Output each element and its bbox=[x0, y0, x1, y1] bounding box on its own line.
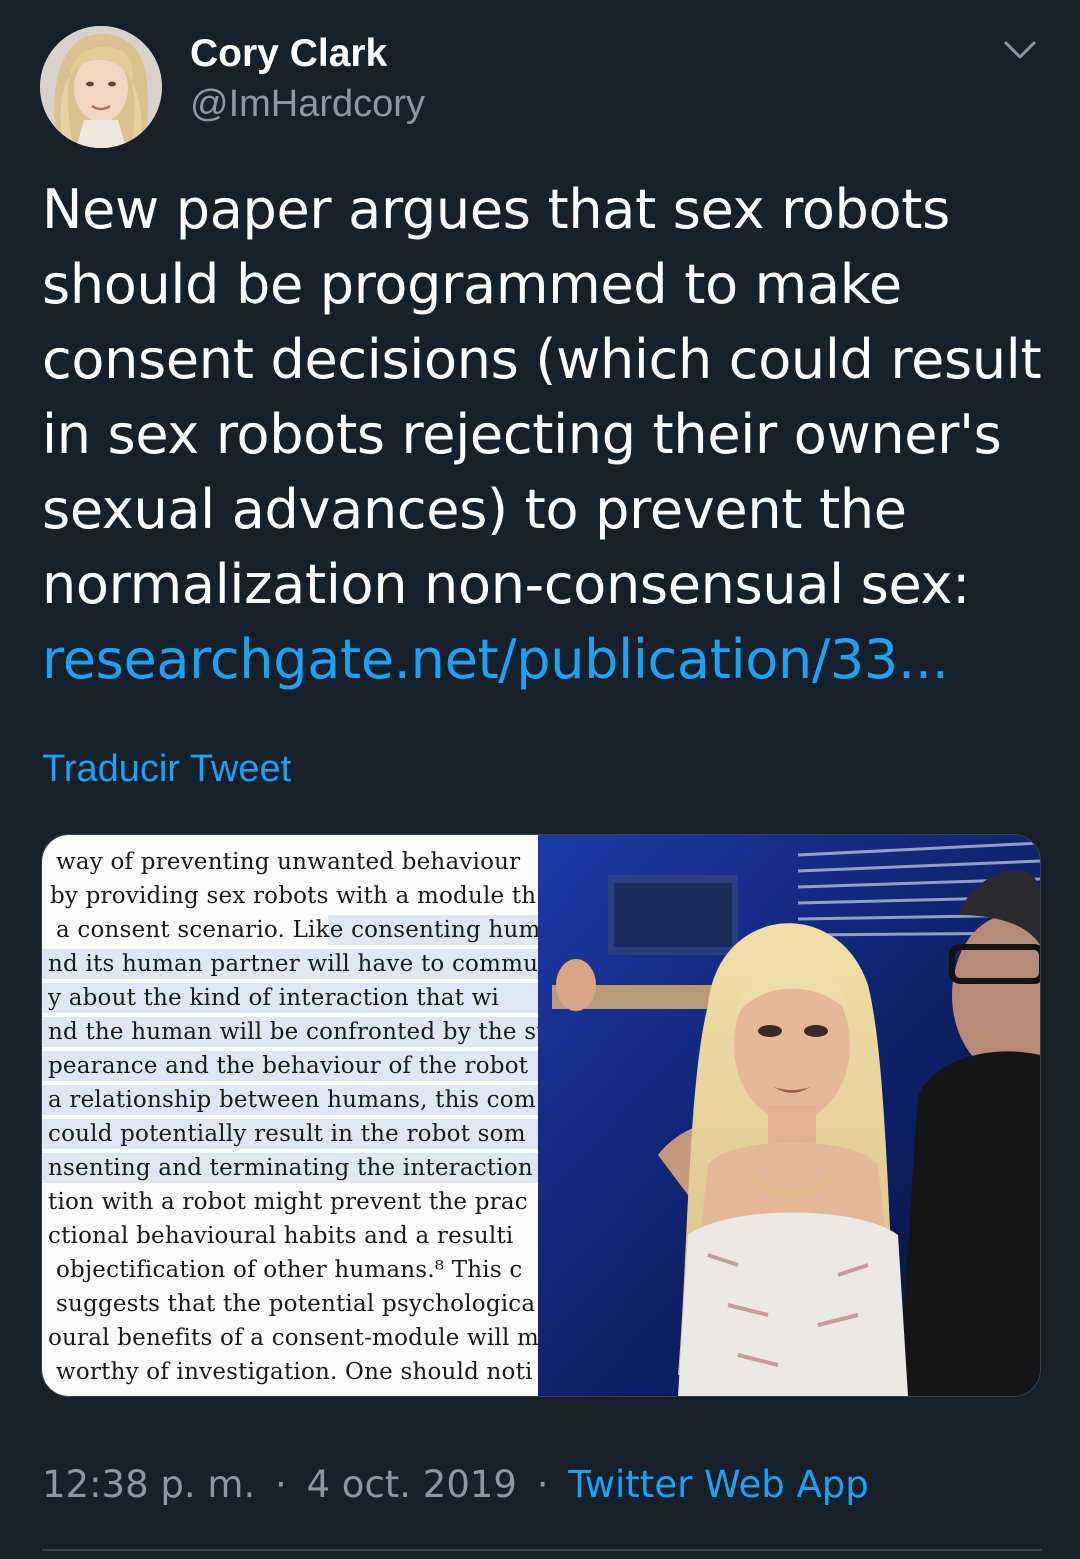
tweet-text-line: normalization non-consensual sex: bbox=[42, 553, 971, 616]
paper-line: by providing sex robots with a module th bbox=[50, 883, 537, 909]
tweet: Cory Clark @ImHardcory New paper argues … bbox=[0, 0, 1080, 1559]
paper-line: a consent scenario. Like consenting hum bbox=[56, 917, 538, 943]
tweet-text: New paper argues that sex robots should … bbox=[42, 172, 1042, 697]
tweet-link[interactable]: researchgate.net/publication/33... bbox=[42, 628, 949, 691]
tweet-text-line: consent decisions (which could result bbox=[42, 328, 1042, 391]
author-display-name[interactable]: Cory Clark bbox=[190, 30, 387, 78]
paper-line: y about the kind of interaction that wi bbox=[48, 985, 500, 1011]
chevron-down-icon[interactable] bbox=[998, 30, 1042, 70]
paper-line: worthy of investigation. One should noti bbox=[56, 1359, 533, 1385]
paper-line: nd the human will be confronted by the s… bbox=[48, 1019, 538, 1045]
paper-line: nd its human partner will have to commu bbox=[48, 951, 538, 977]
tweet-text-line: New paper argues that sex robots bbox=[42, 178, 950, 241]
meta-separator: · bbox=[536, 1463, 549, 1506]
author-handle[interactable]: @ImHardcory bbox=[190, 80, 425, 128]
avatar[interactable] bbox=[40, 26, 162, 148]
tweet-media[interactable]: way of preventing unwanted behaviour by … bbox=[41, 834, 1041, 1397]
translate-tweet-link[interactable]: Traducir Tweet bbox=[42, 746, 291, 792]
tweet-time[interactable]: 12:38 p. m. bbox=[42, 1463, 255, 1506]
meta-separator: · bbox=[274, 1463, 287, 1506]
paper-line: way of preventing unwanted behaviour bbox=[56, 849, 521, 875]
paper-line: suggests that the potential psychologica bbox=[56, 1291, 536, 1317]
paper-line: objectification of other humans.⁸ This c bbox=[56, 1257, 523, 1283]
tweet-metadata: 12:38 p. m. · 4 oct. 2019 · Twitter Web … bbox=[42, 1460, 869, 1510]
paper-line: a relationship between humans, this com bbox=[48, 1087, 536, 1113]
tweet-text-line: should be programmed to make bbox=[42, 253, 902, 316]
paper-line: tion with a robot might prevent the prac bbox=[48, 1189, 528, 1215]
paper-line: ctional behavioural habits and a resulti bbox=[48, 1223, 514, 1249]
paper-line: pearance and the behaviour of the robot bbox=[48, 1053, 529, 1079]
paper-line: could potentially result in the robot so… bbox=[48, 1121, 526, 1147]
tweet-text-line: in sex robots rejecting their owner's bbox=[42, 403, 1002, 466]
robot-photo-image bbox=[538, 835, 1040, 1396]
tweet-text-line: sexual advances) to prevent the bbox=[42, 478, 907, 541]
paper-line: nsenting and terminating the interaction bbox=[48, 1155, 533, 1181]
paper-excerpt-image: way of preventing unwanted behaviour by … bbox=[42, 835, 538, 1396]
tweet-source-link[interactable]: Twitter Web App bbox=[568, 1463, 868, 1506]
tweet-date[interactable]: 4 oct. 2019 bbox=[307, 1463, 517, 1506]
divider bbox=[42, 1549, 1042, 1551]
paper-line: oural benefits of a consent-module will … bbox=[48, 1325, 538, 1351]
